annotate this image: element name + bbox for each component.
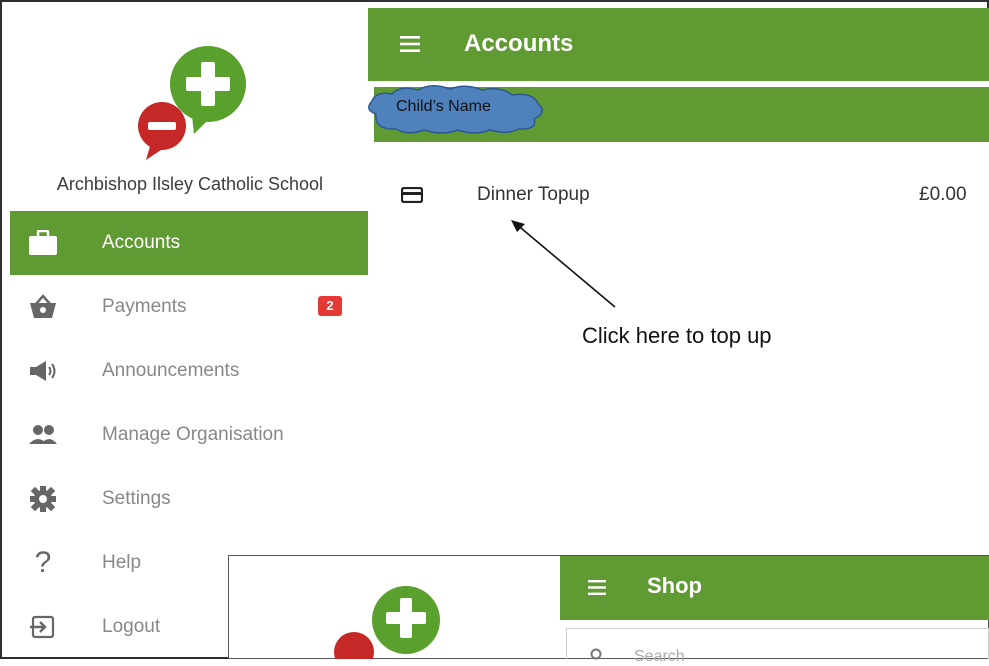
sidebar-item-label: Manage Organisation [102,424,284,445]
child-name: Child’s Name [396,98,491,115]
sidebar-item-announcements[interactable]: Announcements [10,339,370,403]
sidebar-item-label: Announcements [102,360,240,381]
sidebar-item-label: Settings [102,488,171,509]
search-input[interactable] [566,628,989,659]
sidebar-item-settings[interactable]: Settings [10,467,370,531]
sidebar-item-accounts[interactable]: Accounts [10,211,370,275]
payments-count-badge: 2 [318,296,342,316]
sidebar-item-label: Help [102,552,142,573]
gear-icon [26,482,60,516]
sidebar-item-label: Logout [102,616,161,637]
shop-app-bar [560,556,989,620]
sidebar-item-manage-organisation[interactable]: Manage Organisation [10,403,370,467]
people-icon [26,418,60,452]
annotation-text: Click here to top up [582,323,772,348]
card-icon [401,187,423,203]
hamburger-menu-icon[interactable] [400,35,420,53]
app-bar: Accounts [368,8,989,81]
search-placeholder: Search [634,648,685,665]
logo-icon [334,586,440,659]
hamburger-menu-icon[interactable] [588,580,606,595]
basket-icon [26,290,60,324]
account-label[interactable]: Dinner Topup [477,184,590,206]
logout-icon [26,610,60,644]
logo-icon [138,46,246,160]
account-amount: £0.00 [919,184,967,205]
megaphone-icon [26,354,60,388]
sidebar-item-payments[interactable]: Payments 2 [10,275,370,339]
annotation-arrow [511,220,616,308]
help-icon: ? [34,546,52,579]
page-title: Accounts [464,30,574,57]
briefcase-icon [26,226,60,260]
school-name: Archbishop Ilsley Catholic School [56,174,324,194]
sidebar-item-label: Accounts [102,232,181,253]
sidebar-item-label: Payments [102,296,187,317]
shop-title: Shop [647,573,702,598]
search-icon [590,648,602,660]
